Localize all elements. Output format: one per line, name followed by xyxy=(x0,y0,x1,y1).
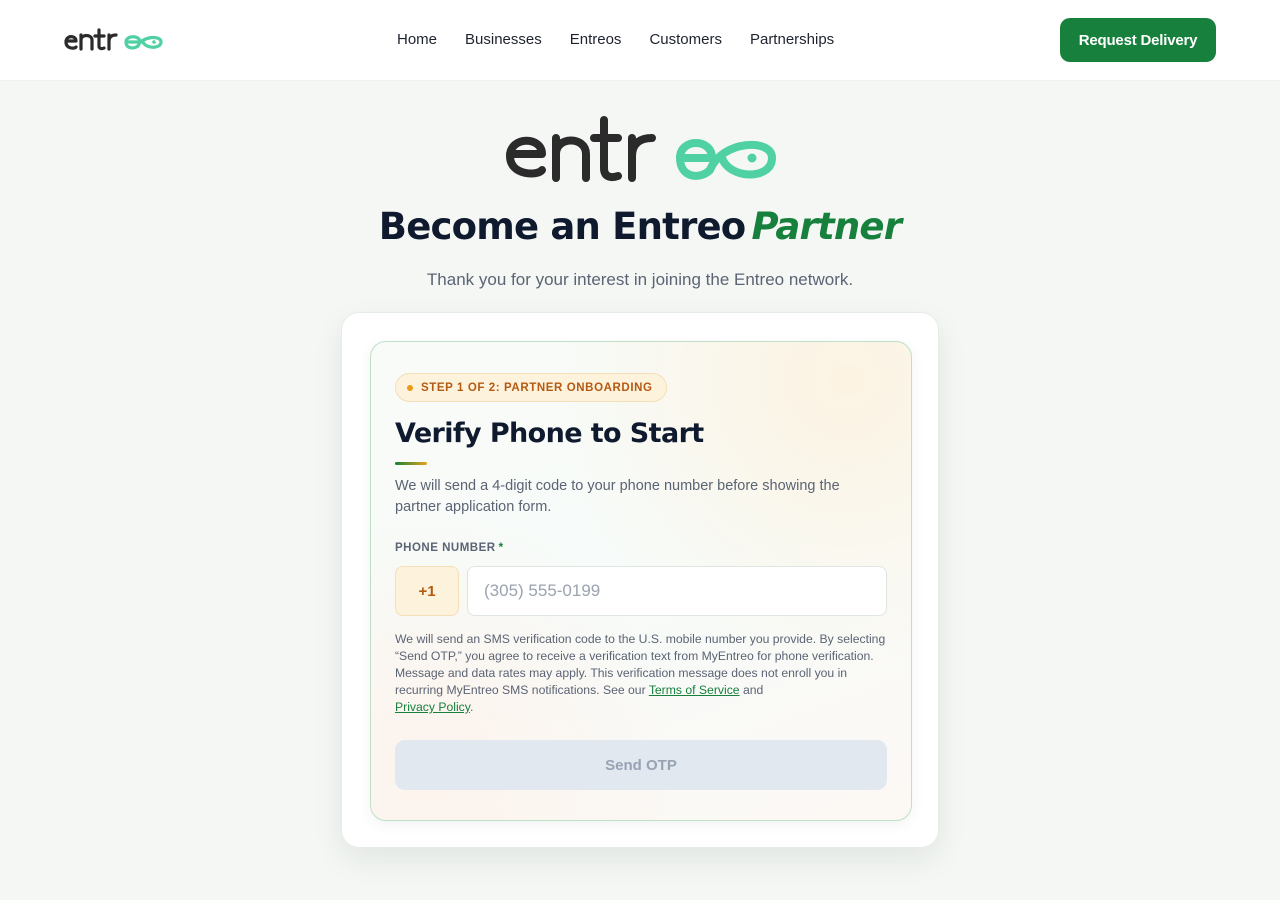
onboarding-card: STEP 1 OF 2: PARTNER ONBOARDING Verify P… xyxy=(341,312,939,848)
legal-text: We will send an SMS verification code to… xyxy=(395,632,886,697)
title-accent: Partner xyxy=(751,205,902,248)
terms-of-service-link[interactable]: Terms of Service xyxy=(649,683,740,697)
phone-input[interactable] xyxy=(467,566,887,616)
nav-partnerships[interactable]: Partnerships xyxy=(750,30,834,50)
legal-and: and xyxy=(742,683,764,697)
entreo-logo[interactable] xyxy=(62,22,172,58)
send-otp-button[interactable]: Send OTP xyxy=(395,740,887,790)
sms-consent-text: We will send an SMS verification code to… xyxy=(395,631,889,716)
country-code[interactable]: +1 xyxy=(395,566,459,616)
page-subtitle: Thank you for your interest in joining t… xyxy=(426,270,854,289)
privacy-policy-link[interactable]: Privacy Policy xyxy=(395,700,470,714)
nav-entreos[interactable]: Entreos xyxy=(570,30,622,50)
nav-businesses[interactable]: Businesses xyxy=(465,30,542,50)
card-title: Verify Phone to Start xyxy=(395,418,704,449)
main-nav: Home Businesses Entreos Customers Partne… xyxy=(397,30,834,50)
step-badge-label: STEP 1 OF 2: PARTNER ONBOARDING xyxy=(421,381,653,394)
entreo-logo-icon xyxy=(64,28,163,51)
phone-label-text: PHONE NUMBER xyxy=(395,542,496,554)
entreo-logo-icon xyxy=(505,116,777,182)
title-underline xyxy=(395,462,427,465)
entreo-hero-logo xyxy=(500,108,780,188)
phone-label: PHONE NUMBER * xyxy=(395,542,504,554)
top-navbar: Home Businesses Entreos Customers Partne… xyxy=(0,0,1280,81)
step-badge: STEP 1 OF 2: PARTNER ONBOARDING xyxy=(395,373,667,402)
verify-phone-panel: STEP 1 OF 2: PARTNER ONBOARDING Verify P… xyxy=(370,341,912,821)
title-main: Become an Entreo xyxy=(378,205,746,248)
card-description: We will send a 4-digit code to your phon… xyxy=(395,478,840,515)
nav-home[interactable]: Home xyxy=(397,30,437,50)
page-title: Become an Entreo Partner xyxy=(0,203,1280,251)
nav-customers[interactable]: Customers xyxy=(649,30,722,50)
legal-end: . xyxy=(469,700,474,714)
required-mark: * xyxy=(498,542,504,554)
request-delivery-button[interactable]: Request Delivery xyxy=(1060,18,1216,62)
status-dot-icon xyxy=(407,384,413,391)
